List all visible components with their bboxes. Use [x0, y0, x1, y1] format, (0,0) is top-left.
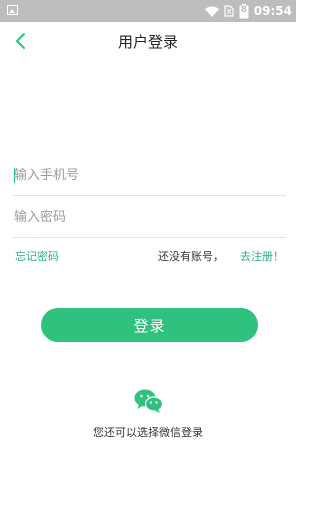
battery-icon: 8 — [239, 3, 249, 19]
phone-input[interactable] — [12, 155, 286, 195]
no-sim-icon — [224, 5, 234, 17]
password-field[interactable] — [12, 197, 286, 238]
no-account-text: 还没有账号， — [158, 250, 224, 263]
forgot-password-link[interactable]: 忘记密码 — [15, 248, 59, 264]
wechat-icon[interactable] — [134, 388, 164, 414]
status-time: 09:54 — [253, 4, 292, 18]
login-button[interactable]: 登录 — [41, 308, 258, 342]
wechat-login-prompt: 您还可以选择微信登录 — [93, 426, 203, 439]
status-icons: 8 09:54 — [204, 0, 292, 22]
wifi-icon — [204, 6, 219, 17]
register-link[interactable]: 去注册！ — [240, 248, 284, 264]
phone-field[interactable] — [12, 155, 286, 196]
text-cursor — [14, 168, 15, 183]
links-row: 忘记密码 还没有账号， 去注册！ — [15, 248, 284, 266]
image-notification-icon — [7, 5, 18, 15]
battery-level: 8 — [240, 4, 247, 15]
nav-bar: 用户登录 — [0, 22, 296, 60]
page-title: 用户登录 — [117, 33, 178, 51]
password-input[interactable] — [12, 197, 286, 237]
status-bar: 8 09:54 — [0, 0, 296, 22]
